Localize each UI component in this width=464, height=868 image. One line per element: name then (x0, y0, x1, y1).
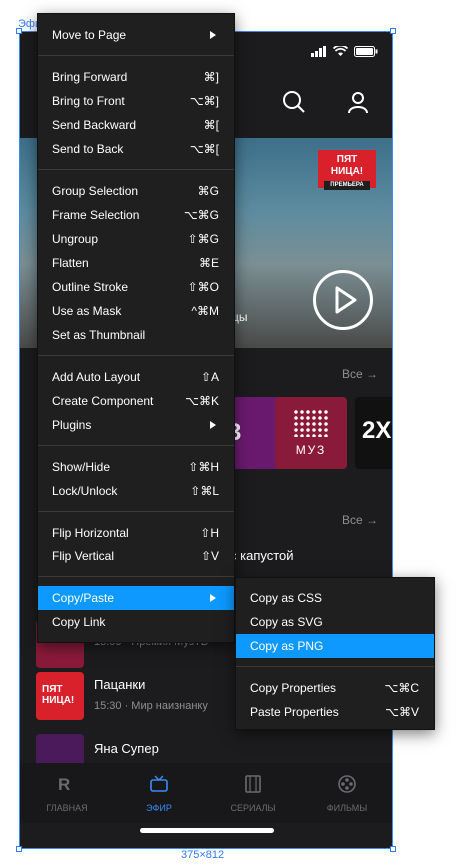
signal-icon (311, 46, 326, 57)
menu-item-send-backward[interactable]: Send Backward ⌘[ (38, 113, 234, 137)
menu-item-flip-horizontal[interactable]: Flip Horizontal ⇧H (38, 521, 234, 545)
menu-item-add-auto-layout[interactable]: Add Auto Layout ⇧A (38, 365, 234, 389)
menu-divider (38, 169, 234, 170)
menu-item-copy-as-png[interactable]: Copy as PNG (236, 634, 434, 658)
menu-item-bring-forward[interactable]: Bring Forward ⌘] (38, 65, 234, 89)
play-icon (335, 286, 357, 314)
resize-handle[interactable] (16, 28, 22, 34)
profile-icon[interactable] (346, 90, 370, 114)
film-icon (245, 775, 261, 793)
submenu-arrow-icon (210, 594, 216, 602)
list-item-title[interactable]: Яна Супер (94, 741, 159, 756)
menu-item-send-to-back[interactable]: Send to Back ⌥⌘[ (38, 137, 234, 161)
see-all-schedule-link[interactable]: Все → (342, 513, 378, 527)
thumb-logo: ПЯТ НИЦА! (42, 684, 75, 706)
menu-item-outline-stroke[interactable]: Outline Stroke ⇧⌘O (38, 275, 234, 299)
resize-handle[interactable] (390, 846, 396, 852)
menu-item-set-as-thumbnail[interactable]: Set as Thumbnail (38, 323, 234, 347)
submenu-arrow-icon (210, 31, 216, 39)
list-item-title[interactable]: с капустой (230, 548, 294, 563)
tv-icon (150, 775, 168, 792)
menu-divider (38, 55, 234, 56)
list-item-title[interactable]: Пацанки (94, 677, 145, 692)
menu-item-copy-properties[interactable]: Copy Properties ⌥⌘C (236, 676, 434, 700)
menu-divider (236, 666, 434, 667)
copy-paste-submenu: Copy as CSS Copy as SVG Copy as PNG Copy… (235, 577, 435, 730)
menu-item-flip-vertical[interactable]: Flip Vertical ⇧V (38, 544, 234, 568)
see-all-channels-link[interactable]: Все → (342, 367, 378, 381)
reel-icon (338, 775, 356, 793)
status-bar (311, 46, 378, 57)
menu-item-create-component[interactable]: Create Component ⌥⌘K (38, 389, 234, 413)
play-button[interactable] (313, 270, 373, 330)
channel-tile[interactable]: МУЗ (275, 397, 347, 469)
list-item-subtitle: 15:30 · Мир наизнанку (94, 700, 208, 712)
context-menu: Move to Page Bring Forward ⌘] Bring to Fr… (37, 13, 235, 643)
menu-item-move-to-page[interactable]: Move to Page (38, 23, 234, 47)
menu-item-use-as-mask[interactable]: Use as Mask ^⌘M (38, 299, 234, 323)
menu-item-copy-as-css[interactable]: Copy as CSS (236, 586, 434, 610)
menu-item-copy-as-svg[interactable]: Copy as SVG (236, 610, 434, 634)
menu-item-show-hide[interactable]: Show/Hide ⇧⌘H (38, 455, 234, 479)
menu-divider (38, 355, 234, 356)
menu-item-ungroup[interactable]: Ungroup ⇧⌘G (38, 227, 234, 251)
home-indicator (140, 828, 274, 833)
list-thumb: ПЯТ НИЦА! (36, 672, 84, 720)
hero-logo: ПЯТ НИЦА! ПРЕМЬЕРА (318, 150, 376, 190)
resize-handle[interactable] (16, 846, 22, 852)
r-logo-icon: R (58, 775, 71, 794)
frame-size-label: 375×812 (181, 849, 225, 861)
menu-divider (38, 445, 234, 446)
channel-tile[interactable]: 2X (355, 397, 392, 469)
battery-icon (354, 46, 378, 57)
menu-item-group-selection[interactable]: Group Selection ⌘G (38, 179, 234, 203)
menu-divider (38, 576, 234, 577)
bottom-nav: R ГЛАВНАЯ ЭФИР СЕРИАЛЫ ФИЛЬМЫ (20, 763, 392, 823)
menu-divider (38, 511, 234, 512)
menu-item-frame-selection[interactable]: Frame Selection ⌥⌘G (38, 203, 234, 227)
menu-item-lock-unlock[interactable]: Lock/Unlock ⇧⌘L (38, 479, 234, 503)
menu-item-plugins[interactable]: Plugins (38, 413, 234, 437)
search-icon[interactable] (282, 90, 306, 114)
submenu-arrow-icon (210, 421, 216, 429)
menu-item-bring-to-front[interactable]: Bring to Front ⌥⌘] (38, 89, 234, 113)
dots-icon (293, 409, 329, 437)
menu-item-paste-properties[interactable]: Paste Properties ⌥⌘V (236, 700, 434, 724)
menu-item-copy-link[interactable]: Copy Link (38, 610, 234, 634)
wifi-icon (333, 46, 348, 56)
resize-handle[interactable] (390, 28, 396, 34)
menu-item-copy-paste[interactable]: Copy/Paste (38, 586, 234, 610)
menu-item-flatten[interactable]: Flatten ⌘E (38, 251, 234, 275)
